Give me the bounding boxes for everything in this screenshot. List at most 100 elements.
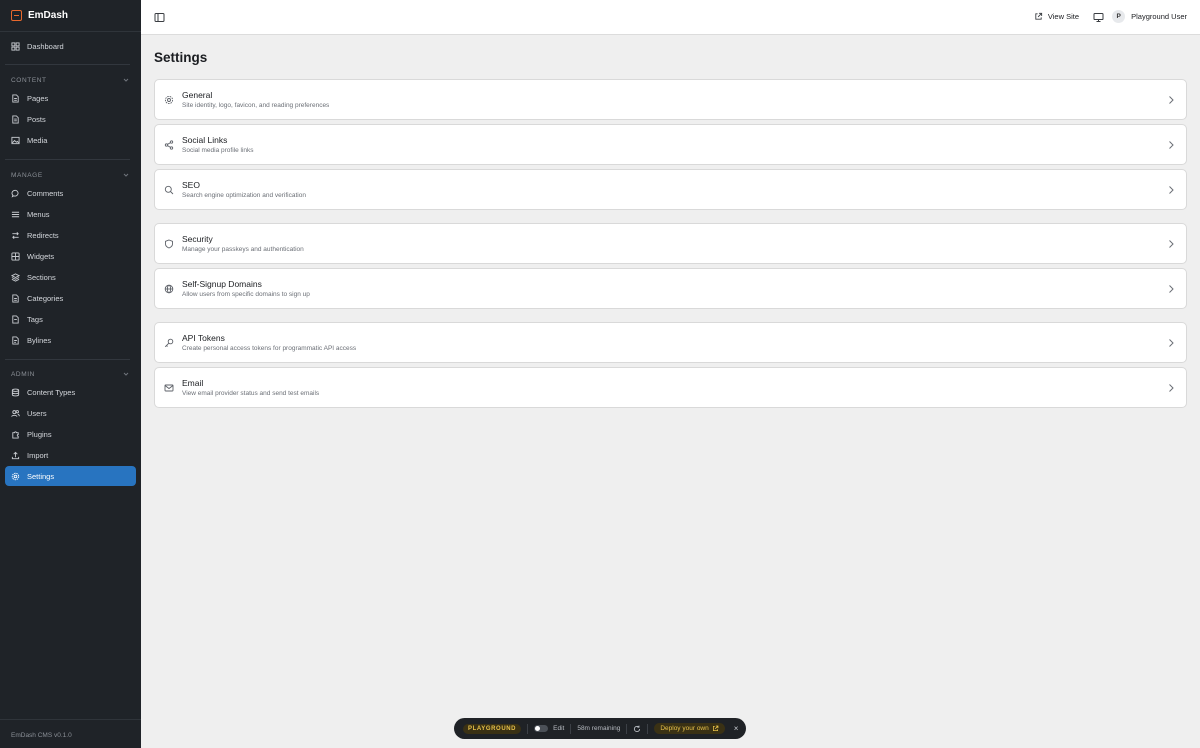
sidebar-item-redirects[interactable]: Redirects (5, 225, 136, 245)
database-icon (11, 388, 20, 397)
settings-card-email[interactable]: Email View email provider status and sen… (154, 367, 1187, 408)
settings-card-api-tokens[interactable]: API Tokens Create personal access tokens… (154, 322, 1187, 363)
document-icon (11, 114, 20, 124)
edit-label: Edit (553, 725, 565, 732)
chevron-down-icon[interactable] (122, 171, 130, 179)
brand[interactable]: EmDash (0, 0, 141, 32)
sidebar-item-categories[interactable]: Categories (5, 288, 136, 308)
sidebar-item-label: Pages (27, 93, 49, 103)
sidebar-divider (5, 64, 130, 65)
topbar: View Site P Playground User (141, 0, 1200, 35)
sidebar-item-label: Bylines (27, 335, 52, 345)
layers-icon (11, 272, 20, 282)
card-title: Self-Signup Domains (182, 279, 262, 289)
chevron-right-icon (1169, 96, 1174, 104)
chevron-right-icon (1169, 186, 1174, 194)
sidebar-item-label: Tags (27, 314, 43, 324)
separator (647, 723, 649, 734)
sidebar-item-label: Comments (27, 188, 64, 198)
byline-icon (11, 335, 20, 345)
settings-card-general[interactable]: General Site identity, logo, favicon, an… (154, 79, 1187, 120)
close-button[interactable]: × (734, 724, 739, 733)
sidebar-item-users[interactable]: Users (5, 403, 136, 423)
refresh-icon[interactable] (633, 725, 641, 733)
card-description: Site identity, logo, favicon, and readin… (182, 102, 330, 109)
image-icon (11, 136, 20, 145)
sidebar-divider (5, 159, 130, 160)
sidebar-item-content-types[interactable]: Content Types (5, 382, 136, 402)
card-title: General (182, 90, 213, 100)
sidebar-item-label: Users (27, 408, 47, 418)
card-description: Allow users from specific domains to sig… (182, 291, 310, 298)
deploy-label: Deploy your own (660, 725, 709, 732)
card-title: API Tokens (182, 333, 225, 343)
card-title: Email (182, 378, 204, 388)
sidebar-item-label: Content Types (27, 387, 76, 397)
sidebar-item-comments[interactable]: Comments (5, 183, 136, 203)
card-description: View email provider status and send test… (182, 390, 320, 397)
sidebar-item-media[interactable]: Media (5, 130, 136, 150)
sidebar-item-plugins[interactable]: Plugins (5, 424, 136, 444)
sidebar-item-settings[interactable]: Settings (5, 466, 136, 486)
sidebar-item-label: Dashboard (27, 41, 64, 51)
sidebar-item-label: Widgets (27, 251, 55, 261)
search-icon (164, 185, 174, 195)
shield-icon (164, 239, 174, 249)
file-icon (11, 93, 20, 103)
comment-icon (11, 189, 20, 198)
deploy-button[interactable]: Deploy your own (654, 723, 725, 734)
edit-toggle[interactable] (534, 725, 549, 732)
chevron-right-icon (1169, 141, 1174, 149)
sidebar-item-label: Media (27, 135, 48, 145)
card-title: SEO (182, 180, 200, 190)
widget-icon (11, 251, 20, 261)
globe-icon (164, 284, 174, 294)
sidebar-item-menus[interactable]: Menus (5, 204, 136, 224)
card-description: Search engine optimization and verificat… (182, 192, 306, 199)
chevron-right-icon (1169, 384, 1174, 392)
users-icon (11, 409, 20, 418)
card-title: Social Links (182, 135, 228, 145)
sidebar-item-sections[interactable]: Sections (5, 267, 136, 287)
tag-icon (11, 314, 20, 324)
sidebar-item-import[interactable]: Import (5, 445, 136, 465)
chevron-right-icon (1169, 285, 1174, 293)
playground-bar: PLAYGROUND Edit 58m remaining Deploy you… (454, 718, 746, 739)
chevron-down-icon[interactable] (122, 76, 130, 84)
sidebar-item-bylines[interactable]: Bylines (5, 330, 136, 350)
avatar: P (1112, 10, 1126, 23)
user-menu[interactable]: P Playground User (1112, 10, 1187, 23)
settings-card-seo[interactable]: SEO Search engine optimization and verif… (154, 169, 1187, 210)
external-link-icon (712, 725, 719, 731)
sidebar-item-tags[interactable]: Tags (5, 309, 136, 329)
separator (527, 723, 529, 734)
settings-card-social-links[interactable]: Social Links Social media profile links (154, 124, 1187, 165)
separator (570, 723, 572, 734)
monitor-icon[interactable] (1093, 12, 1104, 23)
sidebar-toggle-icon[interactable] (154, 12, 165, 23)
card-description: Manage your passkeys and authentication (182, 246, 304, 253)
chevron-down-icon[interactable] (122, 370, 130, 378)
arrows-icon (11, 231, 20, 240)
page-title: Settings (154, 50, 208, 65)
mail-icon (164, 383, 174, 393)
sidebar-item-posts[interactable]: Posts (5, 109, 136, 129)
card-description: Social media profile links (182, 147, 254, 154)
section-label-admin: Admin (11, 371, 35, 378)
view-site-link[interactable]: View Site (1034, 12, 1079, 21)
chevron-right-icon (1169, 240, 1174, 248)
view-site-label: View Site (1047, 12, 1079, 21)
sidebar-item-widgets[interactable]: Widgets (5, 246, 136, 266)
card-title: Security (182, 234, 213, 244)
external-link-icon (1035, 12, 1042, 20)
user-name: Playground User (1131, 12, 1187, 21)
sidebar-item-pages[interactable]: Pages (5, 88, 136, 108)
settings-card-security[interactable]: Security Manage your passkeys and authen… (154, 223, 1187, 264)
sidebar-item-label: Import (27, 450, 49, 460)
sidebar-item-label: Redirects (27, 230, 59, 240)
sidebar-footer-divider (0, 719, 141, 720)
settings-card-self-signup-domains[interactable]: Self-Signup Domains Allow users from spe… (154, 268, 1187, 309)
version-label: EmDash CMS v0.1.0 (11, 732, 72, 739)
sidebar-item-label: Posts (27, 114, 46, 124)
sidebar-item-dashboard[interactable]: Dashboard (5, 36, 136, 56)
